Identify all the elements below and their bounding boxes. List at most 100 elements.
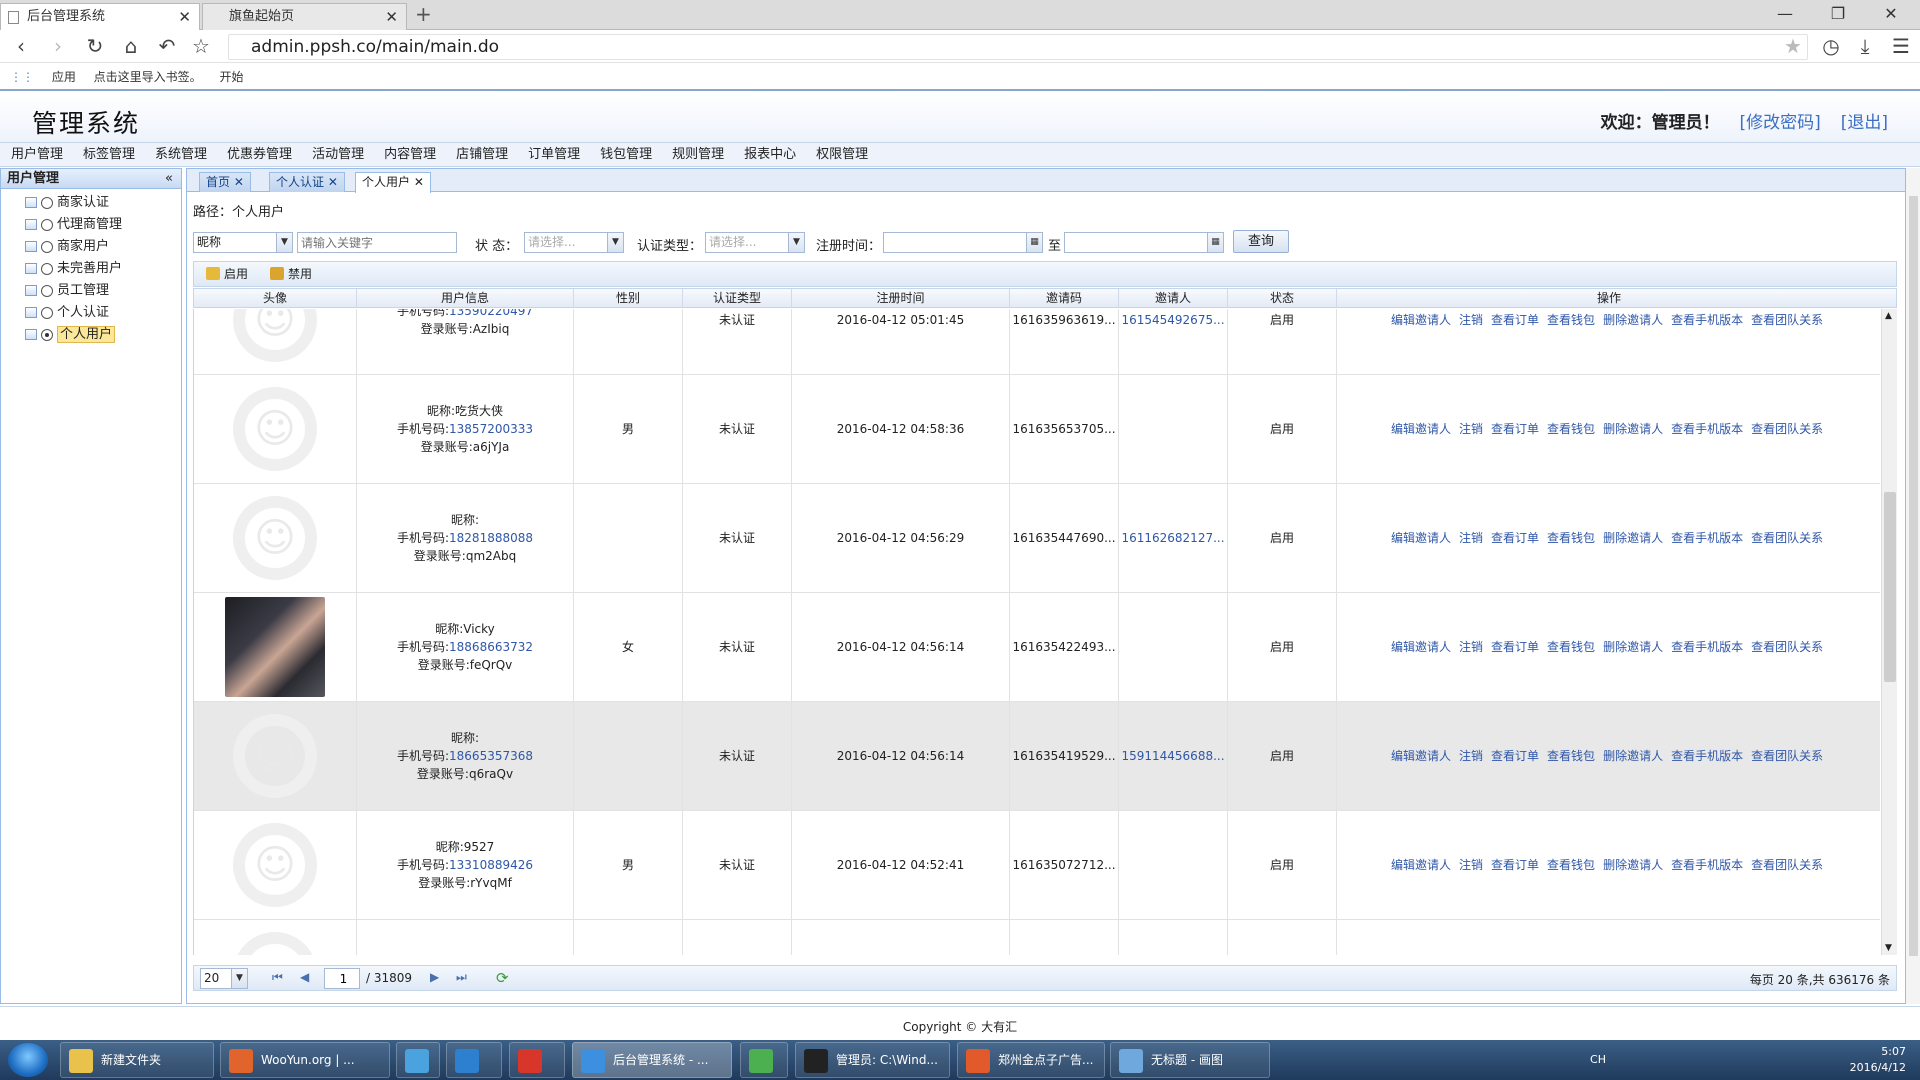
inviter-cell-value[interactable]: 161162682127... xyxy=(1121,529,1224,547)
sidebar-item-incomplete-user[interactable]: 未完善用户 xyxy=(1,258,181,280)
sidebar-item-staff[interactable]: 员工管理 xyxy=(1,280,181,302)
forward-icon[interactable]: › xyxy=(45,34,71,58)
inviter-cell-value[interactable]: 161545492675... xyxy=(1121,311,1224,329)
action-link[interactable]: 删除邀请人 xyxy=(1603,638,1663,656)
menu-report[interactable]: 报表中心 xyxy=(733,143,805,167)
taskbar-item[interactable]: WooYun.org | ... xyxy=(220,1042,390,1078)
menu-system[interactable]: 系统管理 xyxy=(144,143,216,167)
action-link[interactable]: 查看钱包 xyxy=(1547,420,1595,438)
action-link[interactable]: 查看团队关系 xyxy=(1751,747,1823,765)
sidebar-item-personal-auth[interactable]: 个人认证 xyxy=(1,302,181,324)
bookmark-apps[interactable]: 应用 xyxy=(52,70,76,84)
taskbar-item[interactable]: 管理员: C:\Wind... xyxy=(795,1042,950,1078)
current-page-input[interactable] xyxy=(324,968,360,989)
taskbar-item[interactable]: 新建文件夹 xyxy=(60,1042,214,1078)
action-link[interactable]: 查看手机版本 xyxy=(1671,747,1743,765)
menu-user[interactable]: 用户管理 xyxy=(0,143,72,167)
action-link[interactable]: 查看钱包 xyxy=(1547,529,1595,547)
download-icon[interactable]: ⤓ xyxy=(1852,34,1878,58)
action-link[interactable]: 查看手机版本 xyxy=(1671,856,1743,874)
status-select[interactable]: 请选择... ▼ xyxy=(524,232,624,253)
action-link[interactable]: 查看团队关系 xyxy=(1751,529,1823,547)
reload-icon[interactable]: ↻ xyxy=(82,34,108,58)
bookmark-import[interactable]: 点击这里导入书签。 xyxy=(94,70,202,84)
taskbar-item[interactable]: 郑州金点子广告... xyxy=(957,1042,1105,1078)
apps-icon[interactable]: ⋮⋮ xyxy=(10,70,34,84)
page-size-select[interactable]: 20 ▼ xyxy=(200,968,248,989)
col-invite-code[interactable]: 邀请码 xyxy=(1010,289,1119,307)
new-tab-icon[interactable]: + xyxy=(415,2,432,26)
taskbar-item[interactable] xyxy=(446,1042,502,1078)
phone-link[interactable]: 13310889426 xyxy=(449,858,533,872)
chevron-down-icon[interactable]: ▼ xyxy=(607,233,623,252)
phone-link[interactable]: 18665357368 xyxy=(449,749,533,763)
start-button[interactable] xyxy=(8,1043,48,1077)
clock-time[interactable]: 5:07 xyxy=(1850,1044,1906,1060)
taskbar-item[interactable] xyxy=(396,1042,440,1078)
minimize-icon[interactable]: — xyxy=(1770,4,1800,23)
action-link[interactable]: 删除邀请人 xyxy=(1603,311,1663,329)
inviter-cell-value[interactable]: 159114456688... xyxy=(1121,747,1224,765)
sidebar-item-personal-user[interactable]: 个人用户 xyxy=(1,324,181,346)
undo-icon[interactable]: ↶ xyxy=(154,34,180,58)
taskbar-item[interactable]: 后台管理系统 - ... xyxy=(572,1042,732,1078)
col-reg-time[interactable]: 注册时间 xyxy=(792,289,1010,307)
last-page-icon[interactable]: ⏭ xyxy=(456,970,467,985)
action-link[interactable]: 注销 xyxy=(1459,420,1483,438)
keyword-input[interactable] xyxy=(297,232,457,253)
chevron-down-icon[interactable]: ▼ xyxy=(231,969,247,988)
col-actions[interactable]: 操作 xyxy=(1337,289,1881,307)
table-scrollbar[interactable]: ▲ ▼ xyxy=(1881,309,1897,955)
collapse-icon[interactable]: « xyxy=(165,169,173,189)
table-row[interactable]: ☺ 昵称:9527 手机号码:13310889426 登录账号:rYvqMf 男 未认证 2… xyxy=(194,811,1880,920)
page-scrollbar[interactable] xyxy=(1906,168,1920,1004)
col-gender[interactable]: 性别 xyxy=(574,289,683,307)
reg-time-end[interactable]: ▦ xyxy=(1064,232,1224,253)
action-link[interactable]: 查看订单 xyxy=(1491,638,1539,656)
action-link[interactable]: 编辑邀请人 xyxy=(1391,747,1451,765)
prev-page-icon[interactable]: ◀ xyxy=(300,970,309,984)
disable-button[interactable]: 禁用 xyxy=(268,266,312,282)
next-page-icon[interactable]: ▶ xyxy=(430,970,439,984)
action-link[interactable]: 注销 xyxy=(1459,747,1483,765)
clock-date[interactable]: 2016/4/12 xyxy=(1850,1060,1906,1076)
col-auth-type[interactable]: 认证类型 xyxy=(683,289,792,307)
restore-icon[interactable]: ❐ xyxy=(1823,4,1853,23)
action-link[interactable]: 查看钱包 xyxy=(1547,856,1595,874)
bookmark-start[interactable]: 开始 xyxy=(220,70,244,84)
action-link[interactable]: 编辑邀请人 xyxy=(1391,420,1451,438)
menu-tag[interactable]: 标签管理 xyxy=(72,143,144,167)
action-link[interactable]: 查看团队关系 xyxy=(1751,420,1823,438)
tab-home[interactable]: 首页 ✕ xyxy=(199,172,251,192)
action-link[interactable]: 查看订单 xyxy=(1491,856,1539,874)
tab-personal-auth[interactable]: 个人认证 ✕ xyxy=(269,172,345,192)
first-page-icon[interactable]: ⏮ xyxy=(272,970,283,985)
phone-link[interactable]: 13857200333 xyxy=(449,422,533,436)
menu-rule[interactable]: 规则管理 xyxy=(661,143,733,167)
action-link[interactable]: 删除邀请人 xyxy=(1603,529,1663,547)
action-link[interactable]: 查看钱包 xyxy=(1547,638,1595,656)
back-icon[interactable]: ‹ xyxy=(8,34,34,58)
table-row[interactable]: ☺ 昵称:yxf xyxy=(194,920,1880,955)
col-status[interactable]: 状态 xyxy=(1228,289,1337,307)
reg-time-start[interactable]: ▦ xyxy=(883,232,1043,253)
address-bar[interactable]: admin.ppsh.co/main/main.do xyxy=(228,34,1808,60)
menu-icon[interactable]: ☰ xyxy=(1888,34,1914,58)
phone-link[interactable]: 13590220497 xyxy=(449,309,533,318)
action-link[interactable]: 查看手机版本 xyxy=(1671,311,1743,329)
close-tab-icon[interactable]: ✕ xyxy=(385,4,398,30)
action-link[interactable]: 注销 xyxy=(1459,856,1483,874)
scroll-up-icon[interactable]: ▲ xyxy=(1885,311,1892,321)
menu-content[interactable]: 内容管理 xyxy=(373,143,445,167)
field-select[interactable]: 昵称 ▼ xyxy=(193,232,293,253)
refresh-icon[interactable]: ⟳ xyxy=(496,969,509,987)
table-row[interactable]: ☺ 昵称: 手机号码:18665357368 登录账号:q6raQv 未认证 2016-0… xyxy=(194,702,1880,811)
action-link[interactable]: 编辑邀请人 xyxy=(1391,311,1451,329)
browser-tab-start[interactable]: 旗鱼起始页 ✕ xyxy=(202,3,407,30)
bookmark-star-icon[interactable]: ★ xyxy=(1780,34,1806,58)
action-link[interactable]: 查看手机版本 xyxy=(1671,638,1743,656)
calendar-icon[interactable]: ▦ xyxy=(1207,233,1223,252)
chevron-down-icon[interactable]: ▼ xyxy=(788,233,804,252)
menu-shop[interactable]: 店铺管理 xyxy=(445,143,517,167)
table-row[interactable]: 昵称:Vicky 手机号码:18868663732 登录账号:feQrQv 女 未认证 2… xyxy=(194,593,1880,702)
